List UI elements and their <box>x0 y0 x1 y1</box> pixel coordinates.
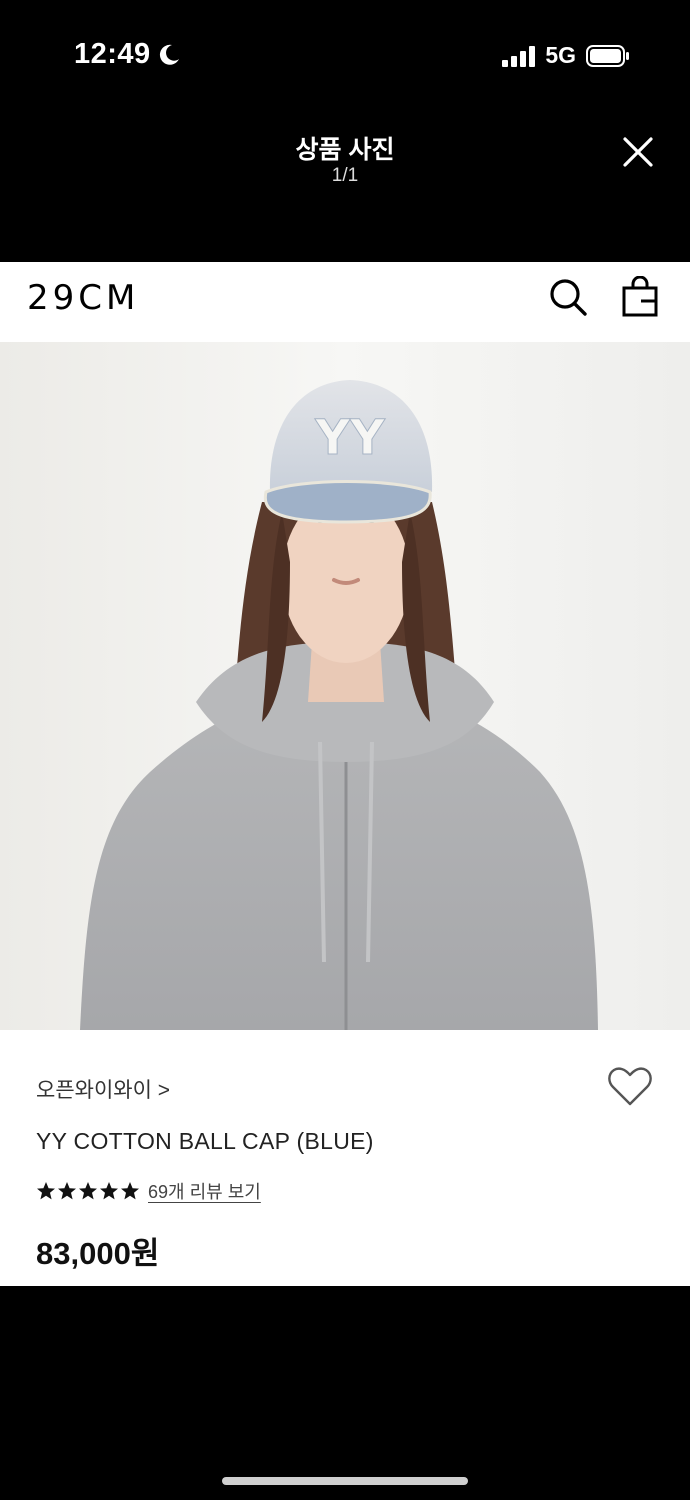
rating-row: 69개 리뷰 보기 <box>36 1178 261 1204</box>
status-time-label: 12:49 <box>74 38 151 70</box>
search-icon[interactable] <box>548 277 588 317</box>
viewer-title: 상품 사진 <box>295 136 395 164</box>
home-indicator[interactable] <box>222 1477 468 1485</box>
product-name: YY COTTON BALL CAP (BLUE) <box>36 1128 374 1154</box>
product-photo-illustration: YY <box>0 342 690 1030</box>
close-icon[interactable] <box>620 134 656 170</box>
brand-link[interactable]: 오픈와이와이 > <box>36 1074 170 1104</box>
star-icon <box>79 1182 97 1200</box>
star-icon <box>58 1182 76 1200</box>
review-link[interactable]: 69개 리뷰 보기 <box>148 1178 261 1204</box>
moon-icon <box>159 44 179 65</box>
product-image[interactable]: YY <box>0 342 690 1030</box>
star-icon <box>100 1182 118 1200</box>
app-header: 29CM <box>0 262 690 342</box>
status-indicators: 5G <box>502 42 630 69</box>
product-card: 29CM YY 오픈와이와이 > YY COTTON BALL CAP (BLU… <box>0 262 690 1286</box>
product-info: 오픈와이와이 > YY COTTON BALL CAP (BLUE) 69개 리… <box>0 1030 690 1286</box>
status-time: 12:49 <box>74 38 181 71</box>
photo-counter: 1/1 <box>331 165 359 186</box>
photo-viewer-header: 상품 사진 1/1 <box>0 110 690 262</box>
star-icon <box>37 1182 55 1200</box>
network-label: 5G <box>545 42 576 68</box>
battery-icon <box>586 44 629 67</box>
shopping-bag-icon[interactable] <box>621 276 659 318</box>
heart-icon[interactable] <box>607 1066 653 1108</box>
rating-stars <box>36 1181 140 1201</box>
product-price: 83,000원 <box>36 1236 160 1271</box>
status-bar: 12:49 5G <box>0 0 690 110</box>
star-icon <box>121 1182 139 1200</box>
cap-logo-text: YY <box>314 410 386 466</box>
app-logo[interactable]: 29CM <box>27 278 139 318</box>
signal-icon <box>502 45 536 67</box>
